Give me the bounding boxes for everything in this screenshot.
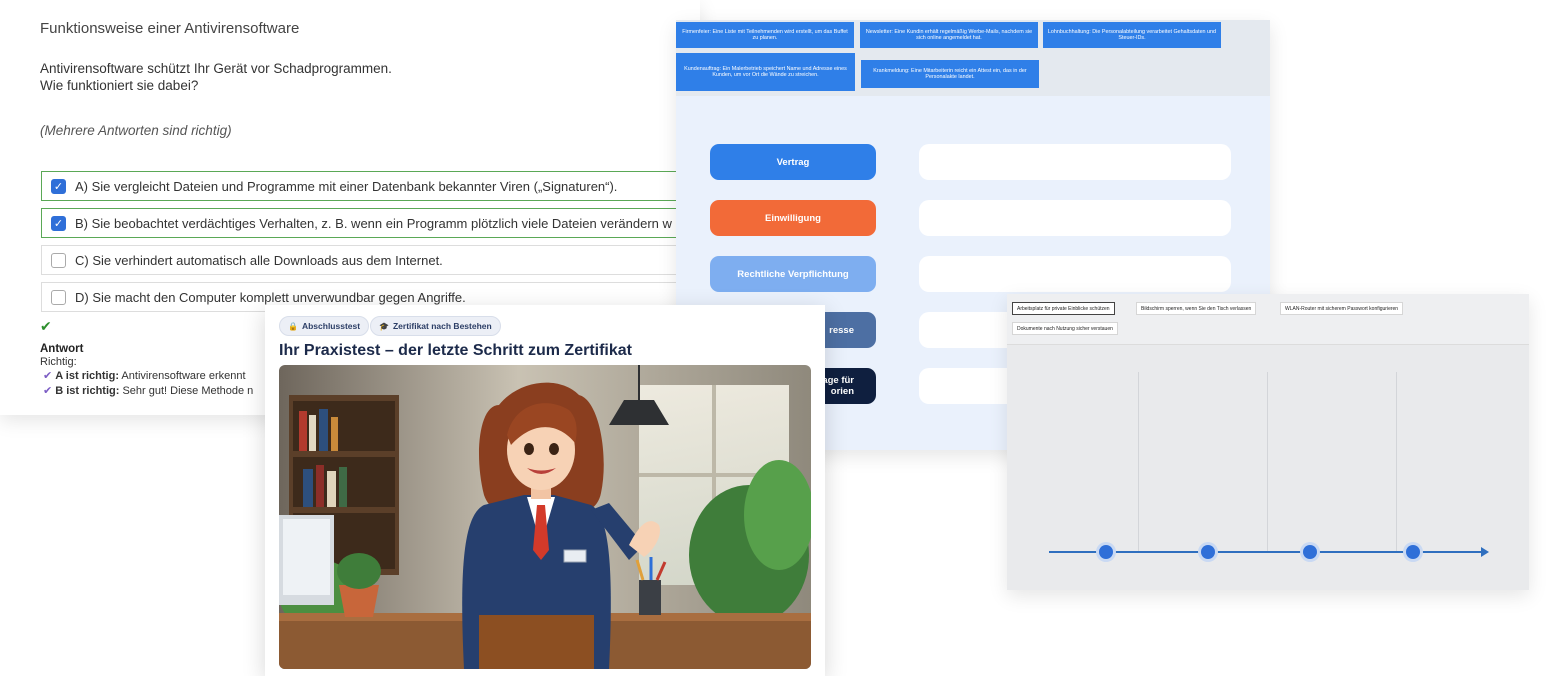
presenter-illustration: [279, 365, 811, 669]
timeline-slot[interactable]: [1406, 545, 1420, 559]
answer-a-bold: A ist richtig:: [55, 370, 119, 382]
column-divider: [1138, 372, 1139, 552]
drop-slot[interactable]: [919, 144, 1231, 180]
lock-icon: 🔒: [288, 321, 298, 331]
badge-certificate-label: Zertifikat nach Bestehen: [392, 321, 492, 331]
final-test-card: 🔒 Abschlusstest 🎓 Zertifikat nach Besteh…: [265, 305, 825, 676]
arrow-right-icon: [1481, 547, 1489, 557]
answer-subheading: Richtig:: [40, 356, 77, 368]
answer-heading: Antwort: [40, 343, 84, 355]
quiz-title: Funktionsweise einer Antivirensoftware: [40, 20, 300, 37]
quiz-question: Antivirensoftware schützt Ihr Gerät vor …: [40, 60, 392, 94]
option-c-label: C) Sie verhindert automatisch alle Downl…: [75, 252, 443, 268]
answer-a-text: Antivirensoftware erkennt: [118, 370, 246, 382]
quiz-hint: (Mehrere Antworten sind richtig): [40, 123, 232, 138]
answer-b-bold: B ist richtig:: [55, 385, 120, 397]
scenario-chip[interactable]: Kundenauftrag: Ein Malerbetrieb speicher…: [676, 53, 855, 91]
badge-final-test-label: Abschlusstest: [301, 321, 361, 331]
scenario-chip[interactable]: Firmenfeier: Eine Liste mit Teilnehmende…: [676, 22, 854, 48]
drop-slot[interactable]: [919, 200, 1231, 236]
badge-certificate: 🎓 Zertifikat nach Bestehen: [370, 316, 501, 336]
option-b[interactable]: ✓ B) Sie beobachtet verdächtiges Verhalt…: [41, 208, 700, 238]
correct-check-icon: ✔: [40, 318, 52, 334]
scenario-chip[interactable]: Newsletter: Eine Kundin erhält regelmäßi…: [860, 22, 1038, 48]
step-chip[interactable]: WLAN-Router mit sicherem Passwort konfig…: [1280, 302, 1404, 315]
basis-legal-obligation[interactable]: Rechtliche Verpflichtung: [710, 256, 876, 292]
checkbox-empty-icon[interactable]: [51, 289, 66, 305]
answer-line-b: ✔ B ist richtig: Sehr gut! Diese Methode …: [43, 384, 253, 397]
scenario-chip[interactable]: Lohnbuchhaltung: Die Personalabteilung v…: [1043, 22, 1221, 48]
column-divider: [1267, 372, 1268, 552]
checkbox-empty-icon[interactable]: [51, 252, 66, 268]
step-chip[interactable]: Dokumente nach Nutzung sicher verstauen: [1012, 322, 1118, 335]
column-divider: [1396, 372, 1397, 552]
option-b-label: B) Sie beobachtet verdächtiges Verhalten…: [75, 215, 672, 231]
checkbox-checked-icon[interactable]: ✓: [51, 178, 66, 194]
option-a[interactable]: ✓ A) Sie vergleicht Dateien und Programm…: [41, 171, 700, 201]
drop-slot[interactable]: [919, 256, 1231, 292]
card-title: Ihr Praxistest – der letzte Schritt zum …: [279, 342, 632, 359]
option-a-label: A) Sie vergleicht Dateien und Programme …: [75, 178, 618, 194]
quiz-question-line-2: Wie funktioniert sie dabei?: [40, 78, 199, 93]
option-c[interactable]: C) Sie verhindert automatisch alle Downl…: [41, 245, 700, 275]
option-d-label: D) Sie macht den Computer komplett unver…: [75, 289, 466, 305]
sequence-panel: Arbeitsplatz für private Einblicke schüt…: [1007, 294, 1529, 590]
timeline-slot[interactable]: [1099, 545, 1113, 559]
answer-line-a: ✔ A ist richtig: Antivirensoftware erkenn…: [43, 369, 246, 382]
timeline-slot[interactable]: [1201, 545, 1215, 559]
badge-final-test: 🔒 Abschlusstest: [279, 316, 370, 336]
check-icon: ✔: [43, 370, 53, 382]
answer-b-text: Sehr gut! Diese Methode n: [119, 385, 254, 397]
timeline-slot[interactable]: [1303, 545, 1317, 559]
step-chip[interactable]: Arbeitsplatz für private Einblicke schüt…: [1012, 302, 1115, 315]
basis-contract[interactable]: Vertrag: [710, 144, 876, 180]
graduation-cap-icon: 🎓: [379, 321, 389, 331]
checkbox-checked-icon[interactable]: ✓: [51, 215, 66, 231]
check-icon: ✔: [43, 385, 53, 397]
scenario-chip[interactable]: Krankmeldung: Eine Mitarbeiterin reicht …: [861, 60, 1039, 88]
quiz-question-line-1: Antivirensoftware schützt Ihr Gerät vor …: [40, 61, 392, 76]
basis-consent[interactable]: Einwilligung: [710, 200, 876, 236]
step-chip[interactable]: Bildschirm sperren, wenn Sie den Tisch v…: [1136, 302, 1257, 315]
